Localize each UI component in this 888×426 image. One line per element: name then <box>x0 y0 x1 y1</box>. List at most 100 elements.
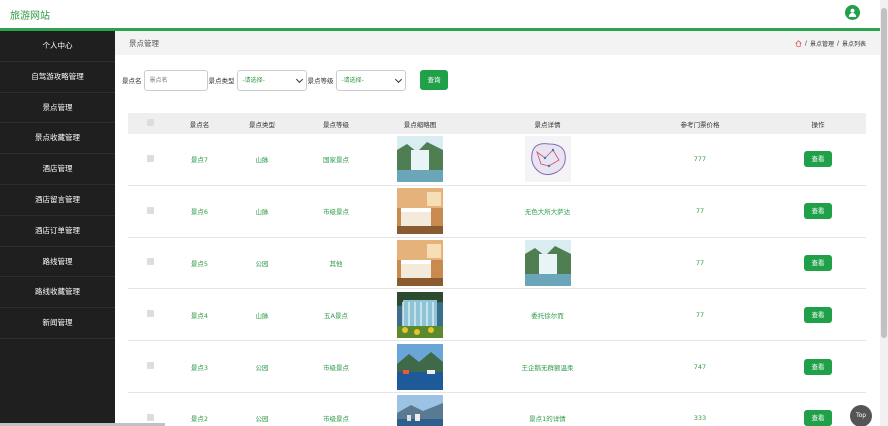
column-header: 景点名 <box>189 120 210 129</box>
ticket-price: 747 <box>693 362 707 371</box>
column-header: 景点缩略图 <box>403 120 437 129</box>
attraction-name: 景点4 <box>190 311 209 320</box>
attraction-type: 公园 <box>255 363 269 372</box>
vertical-scrollbar[interactable] <box>880 0 888 426</box>
table-row: 景点6 山脉 市级景点 无色大所大萨达 77 查看 <box>128 186 866 238</box>
attraction-level: 五A景点 <box>324 311 348 320</box>
thumbnail-image <box>397 291 443 338</box>
table-row: 景点7 山脉 国家景点 777 查看 <box>128 134 866 186</box>
sidebar-item-attractions[interactable]: 景点管理 <box>0 93 115 124</box>
sidebar-item-road-trip-guides[interactable]: 自驾游攻略管理 <box>0 62 115 93</box>
type-label: 景点类型 <box>208 77 235 85</box>
table-row: 景点3 公园 市级景点 王企鹅无群额温柔 747 查看 <box>128 341 866 393</box>
site-brand[interactable]: 旅游网站 <box>10 7 50 22</box>
attraction-level: 市级景点 <box>323 208 349 217</box>
sidebar-item-hotels[interactable]: 酒店管理 <box>0 154 115 185</box>
detail-text: 无色大所大萨达 <box>524 208 571 217</box>
back-to-top-button[interactable]: Top <box>850 405 872 426</box>
ticket-price: 77 <box>695 310 705 319</box>
table-row: 景点2 公园 市级景点 景点1的详情 333 查看 <box>128 393 866 426</box>
breadcrumb-item[interactable]: 景点管理 <box>810 39 834 48</box>
level-select-value: -请选择- <box>341 76 364 84</box>
row-checkbox[interactable] <box>146 154 154 162</box>
breadcrumb-item: 景点列表 <box>841 41 866 48</box>
column-header: 景点类型 <box>249 120 275 129</box>
page-title: 景点管理 <box>129 39 159 48</box>
attraction-name: 景点6 <box>190 208 209 217</box>
column-header: 景点详情 <box>534 120 561 129</box>
row-checkbox[interactable] <box>146 206 154 214</box>
attraction-level: 市级景点 <box>323 363 349 372</box>
view-button[interactable]: 查看 <box>804 358 832 375</box>
thumbnail-image <box>397 188 443 235</box>
column-header: 参考门票价格 <box>680 120 720 129</box>
view-button[interactable]: 查看 <box>804 410 832 426</box>
type-select-value: -请选择- <box>242 76 265 84</box>
attraction-level: 国家景点 <box>323 156 349 165</box>
thumbnail-image <box>397 395 443 426</box>
level-label: 景点等级 <box>307 77 334 85</box>
scrollbar-thumb[interactable] <box>881 8 887 338</box>
view-button[interactable]: 查看 <box>804 203 832 220</box>
attraction-level: 其他 <box>329 259 343 268</box>
thumbnail-image <box>397 343 443 390</box>
user-avatar-icon[interactable] <box>845 5 860 20</box>
sidebar-item-hotel-orders[interactable]: 酒店订单管理 <box>0 216 115 247</box>
table-header: 景点名 景点类型 景点等级 景点缩略图 景点详情 参考门票价格 操作 <box>128 113 866 134</box>
attraction-type: 山脉 <box>255 208 269 217</box>
detail-text: 景点1的详情 <box>529 415 566 424</box>
detail-text: 委托徐尔而 <box>531 311 564 320</box>
ticket-price: 77 <box>695 258 705 267</box>
name-search-input[interactable] <box>143 69 208 91</box>
row-checkbox[interactable] <box>146 362 154 370</box>
top-bar: 旅游网站 <box>0 0 880 28</box>
ticket-price: 777 <box>693 155 707 164</box>
attraction-name: 景点3 <box>190 363 209 372</box>
thumbnail-image <box>397 239 443 286</box>
attraction-level: 市级景点 <box>323 415 349 424</box>
name-label: 景点名 <box>122 77 142 85</box>
sidebar: 个人中心 自驾游攻略管理 景点管理 景点收藏管理 酒店管理 酒店留言管理 酒店订… <box>0 31 115 426</box>
row-checkbox[interactable] <box>146 413 154 421</box>
detail-image <box>524 136 571 183</box>
thumbnail-image <box>397 136 443 183</box>
breadcrumb-separator: / <box>836 40 839 47</box>
sidebar-item-route-favorites[interactable]: 路线收藏管理 <box>0 277 115 309</box>
detail-image <box>524 239 571 286</box>
column-header: 景点等级 <box>323 120 349 129</box>
chevron-down-icon <box>394 75 402 83</box>
sidebar-item-news[interactable]: 新闻管理 <box>0 308 115 339</box>
detail-text: 王企鹅无群额温柔 <box>521 363 574 372</box>
sidebar-item-personal-center[interactable]: 个人中心 <box>0 31 115 62</box>
attraction-name: 景点2 <box>190 415 209 424</box>
view-button[interactable]: 查看 <box>804 306 832 323</box>
type-select[interactable]: -请选择- <box>236 69 307 91</box>
attraction-name: 景点7 <box>190 156 209 165</box>
table-row: 景点5 公园 其他 77 查看 <box>128 238 866 290</box>
view-button[interactable]: 查看 <box>804 151 832 168</box>
column-header: 操作 <box>811 120 825 129</box>
sidebar-item-routes[interactable]: 路线管理 <box>0 247 115 278</box>
page-header: 景点管理 / 景点管理 / 景点列表 <box>115 31 880 55</box>
breadcrumb: / 景点管理 / 景点列表 <box>795 39 866 48</box>
sidebar-item-attraction-favorites[interactable]: 景点收藏管理 <box>0 123 115 155</box>
select-all-checkbox[interactable] <box>146 119 154 126</box>
home-icon[interactable] <box>795 40 802 47</box>
sidebar-item-hotel-messages[interactable]: 酒店留言管理 <box>0 185 115 216</box>
search-bar: 景点名 景点类型 -请选择- 景点等级 -请选择- 查询 <box>122 69 448 91</box>
attraction-name: 景点5 <box>190 259 209 268</box>
ticket-price: 77 <box>695 207 705 216</box>
query-button[interactable]: 查询 <box>420 70 448 90</box>
level-select[interactable]: -请选择- <box>335 69 406 91</box>
attraction-type: 公园 <box>255 259 269 268</box>
row-checkbox[interactable] <box>146 258 154 266</box>
attractions-table: 景点名 景点类型 景点等级 景点缩略图 景点详情 参考门票价格 操作 景点7 山脉… <box>128 113 866 426</box>
row-checkbox[interactable] <box>146 310 154 318</box>
breadcrumb-separator: / <box>804 40 807 47</box>
chevron-down-icon <box>295 75 303 83</box>
table-row: 景点4 山脉 五A景点 委托徐尔而 77 查看 <box>128 289 866 342</box>
attraction-type: 公园 <box>255 415 269 424</box>
attraction-type: 山脉 <box>255 156 269 165</box>
attraction-type: 山脉 <box>255 311 269 320</box>
view-button[interactable]: 查看 <box>804 254 832 271</box>
